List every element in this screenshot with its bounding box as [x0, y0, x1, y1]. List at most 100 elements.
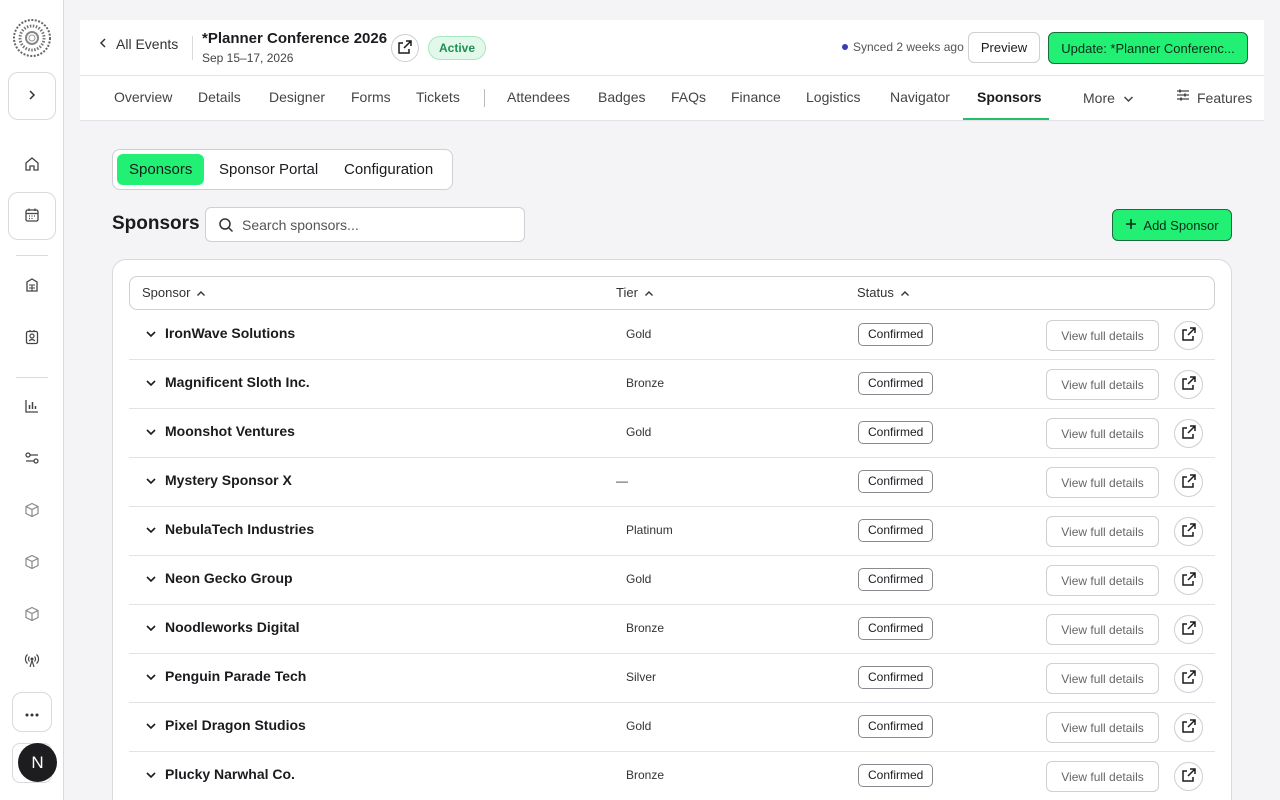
sponsor-name: NebulaTech Industries — [165, 521, 315, 537]
status-badge: Confirmed — [858, 666, 934, 689]
column-header-sponsor[interactable]: Sponsor — [142, 277, 206, 309]
broadcast-icon[interactable] — [22, 650, 42, 670]
more-dots-button[interactable] — [12, 692, 52, 732]
tab-logistics[interactable]: Logistics — [806, 76, 860, 120]
tab-finance[interactable]: Finance — [731, 76, 781, 120]
sync-status: Synced 2 weeks ago — [842, 40, 964, 54]
back-to-all-events-link[interactable]: All Events — [98, 36, 178, 52]
chevron-down-icon[interactable] — [145, 720, 157, 732]
chevron-down-icon[interactable] — [145, 671, 157, 683]
open-sponsor-external-button[interactable] — [1174, 566, 1203, 595]
column-header-tier[interactable]: Tier — [616, 277, 654, 309]
sponsor-name: Noodleworks Digital — [165, 619, 300, 635]
home-icon[interactable] — [22, 154, 42, 174]
open-sponsor-external-button[interactable] — [1174, 615, 1203, 644]
avatar[interactable]: N — [18, 743, 57, 782]
sunburst-logo-icon[interactable] — [12, 18, 52, 58]
building-icon[interactable] — [22, 275, 42, 295]
cube-icon[interactable] — [22, 604, 42, 624]
tab-sponsors[interactable]: Sponsors — [977, 76, 1042, 120]
cube-icon[interactable] — [22, 552, 42, 572]
status-badge: Confirmed — [858, 764, 934, 787]
view-full-details-button[interactable]: View full details — [1046, 418, 1159, 449]
open-sponsor-external-button[interactable] — [1174, 321, 1203, 350]
column-header-label: Sponsor — [142, 285, 191, 300]
open-sponsor-external-button[interactable] — [1174, 664, 1203, 693]
chevron-right-icon — [26, 89, 38, 104]
table-row: IronWave Solutions Gold Confirmed View f… — [129, 311, 1215, 360]
chevron-down-icon[interactable] — [145, 573, 157, 585]
tab-forms[interactable]: Forms — [351, 76, 391, 120]
view-full-details-button[interactable]: View full details — [1046, 516, 1159, 547]
badge-icon[interactable] — [22, 327, 42, 347]
view-full-details-button[interactable]: View full details — [1046, 565, 1159, 596]
open-sponsor-external-button[interactable] — [1174, 468, 1203, 497]
sponsor-name: Mystery Sponsor X — [165, 472, 292, 488]
features-button[interactable]: Features — [1175, 76, 1252, 120]
sponsor-name: Pixel Dragon Studios — [165, 717, 306, 733]
external-link-icon — [1181, 522, 1197, 541]
table-row: Penguin Parade Tech Silver Confirmed Vie… — [129, 654, 1215, 703]
sponsor-name: Neon Gecko Group — [165, 570, 293, 586]
open-sponsor-external-button[interactable] — [1174, 762, 1203, 791]
more-tabs-dropdown[interactable]: More — [1083, 76, 1134, 120]
table-row: Neon Gecko Group Gold Confirmed View ful… — [129, 556, 1215, 605]
subtab-sponsor-portal[interactable]: Sponsor Portal — [207, 154, 330, 185]
status-badge: Confirmed — [858, 372, 934, 395]
view-full-details-button[interactable]: View full details — [1046, 467, 1159, 498]
view-full-details-button[interactable]: View full details — [1046, 663, 1159, 694]
preview-button[interactable]: Preview — [968, 32, 1040, 63]
sidebar-item-events[interactable] — [8, 192, 56, 240]
chevron-down-icon[interactable] — [145, 328, 157, 340]
subtab-sponsors[interactable]: Sponsors — [117, 154, 205, 185]
sponsor-tier: — — [616, 474, 628, 488]
open-sponsor-external-button[interactable] — [1174, 370, 1203, 399]
tab-badges[interactable]: Badges — [598, 76, 645, 120]
table-row: Noodleworks Digital Bronze Confirmed Vie… — [129, 605, 1215, 654]
tab-attendees[interactable]: Attendees — [507, 76, 570, 120]
sponsor-subtabs: Sponsors Sponsor Portal Configuration — [112, 149, 453, 190]
add-sponsor-button[interactable]: Add Sponsor — [1112, 209, 1232, 241]
back-link-label: All Events — [116, 36, 179, 52]
add-sponsor-label: Add Sponsor — [1143, 217, 1219, 233]
tab-navigator[interactable]: Navigator — [890, 76, 950, 120]
chevron-down-icon[interactable] — [145, 622, 157, 634]
open-sponsor-external-button[interactable] — [1174, 517, 1203, 546]
tab-tickets[interactable]: Tickets — [416, 76, 460, 120]
tab-designer[interactable]: Designer — [269, 76, 325, 120]
sliders-icon[interactable] — [22, 448, 42, 468]
tab-overview[interactable]: Overview — [114, 76, 172, 120]
view-full-details-button[interactable]: View full details — [1046, 614, 1159, 645]
chevron-down-icon[interactable] — [145, 475, 157, 487]
tab-faqs[interactable]: FAQs — [671, 76, 706, 120]
view-full-details-button[interactable]: View full details — [1046, 369, 1159, 400]
chevron-down-icon[interactable] — [145, 426, 157, 438]
cube-icon[interactable] — [22, 500, 42, 520]
external-link-icon — [1181, 571, 1197, 590]
more-dots-icon — [25, 705, 39, 720]
chevron-down-icon — [1123, 77, 1134, 119]
tab-details[interactable]: Details — [198, 76, 241, 120]
sort-ascending-icon — [900, 277, 910, 309]
chevron-down-icon[interactable] — [145, 524, 157, 536]
sync-dot-icon — [842, 44, 848, 50]
sponsor-tier: Gold — [626, 719, 652, 733]
column-header-status[interactable]: Status — [857, 277, 910, 309]
view-full-details-button[interactable]: View full details — [1046, 712, 1159, 743]
chevron-down-icon[interactable] — [145, 377, 157, 389]
open-event-external-button[interactable] — [391, 34, 419, 62]
search-input[interactable] — [242, 214, 512, 236]
open-sponsor-external-button[interactable] — [1174, 419, 1203, 448]
update-event-button[interactable]: Update: *Planner Conferenc... — [1048, 32, 1248, 64]
bar-chart-icon[interactable] — [22, 396, 42, 416]
view-full-details-button[interactable]: View full details — [1046, 761, 1159, 792]
sponsor-tier: Gold — [626, 425, 652, 439]
table-header: Sponsor Tier Status — [129, 276, 1215, 310]
event-date: Sep 15–17, 2026 — [202, 51, 294, 65]
subtab-configuration[interactable]: Configuration — [332, 154, 445, 185]
open-sponsor-external-button[interactable] — [1174, 713, 1203, 742]
chevron-down-icon[interactable] — [145, 769, 157, 781]
status-badge: Active — [428, 36, 487, 60]
view-full-details-button[interactable]: View full details — [1046, 320, 1159, 351]
sidebar-expand-button[interactable] — [8, 72, 56, 120]
